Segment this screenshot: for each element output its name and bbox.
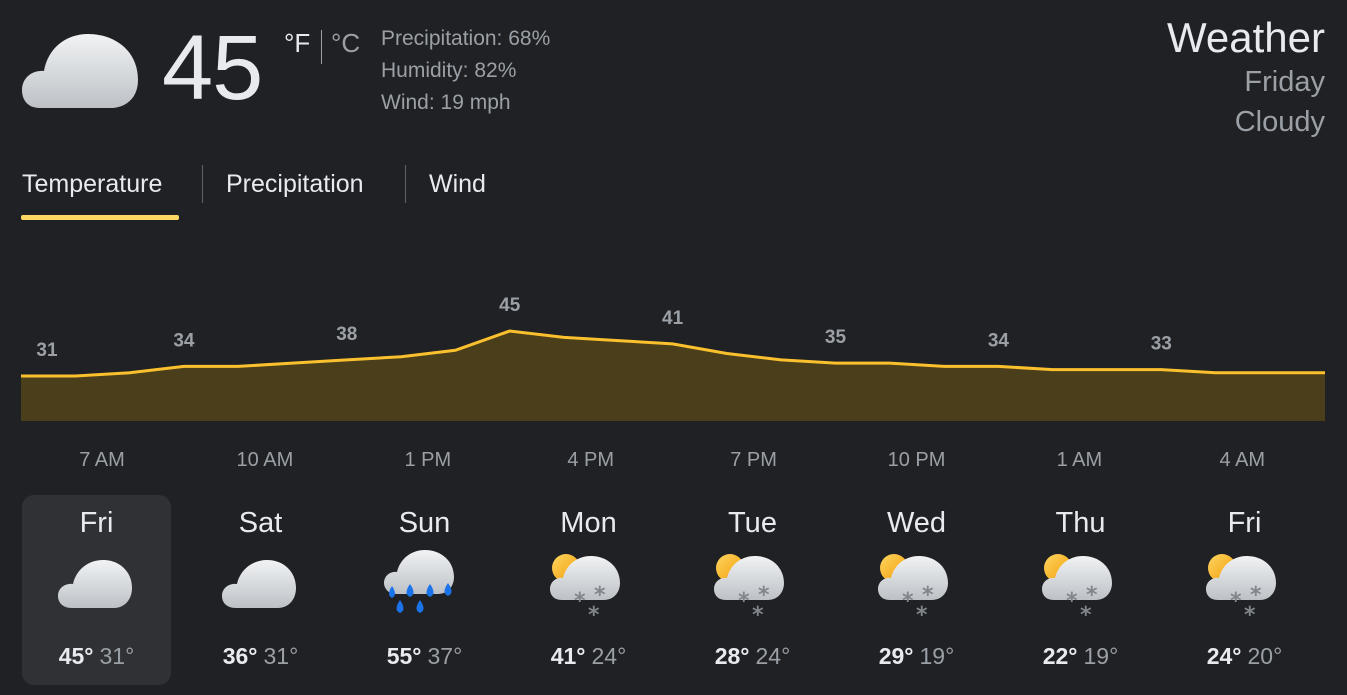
time-tick-label: 10 PM: [887, 449, 946, 471]
high-temp: 22°: [1042, 643, 1078, 669]
svg-text:*: *: [738, 589, 750, 614]
day-temps: 36° 31°: [186, 643, 335, 670]
high-temp: 45°: [58, 643, 94, 669]
low-temp: 19°: [1083, 643, 1119, 669]
time-tick-label: 4 PM: [567, 449, 615, 471]
day-name: Sat: [238, 507, 283, 539]
day-name: Tue: [728, 507, 777, 539]
high-temp: 36°: [222, 643, 258, 669]
day-card-sat[interactable]: Sat 36° 31°: [186, 495, 335, 685]
svg-text:*: *: [574, 589, 586, 614]
svg-text:*: *: [1230, 589, 1242, 614]
partly-cloudy-snow-icon: * * *: [1040, 550, 1122, 628]
day-card-wed[interactable]: Wed * * * 29° 19°: [842, 495, 991, 685]
data-label: 38: [336, 324, 357, 345]
day-temps: 45° 31°: [22, 643, 171, 670]
data-label: 33: [1151, 334, 1172, 355]
data-label: 41: [662, 308, 684, 329]
day-temps: 22° 19°: [1006, 643, 1155, 670]
day-name: Mon: [560, 507, 617, 539]
time-tick-label: 7 PM: [730, 449, 777, 471]
svg-text:*: *: [1080, 603, 1092, 622]
svg-text:*: *: [752, 603, 764, 622]
time-tick-label: 10 AM: [236, 449, 294, 471]
low-temp: 37°: [427, 643, 463, 669]
low-temp: 20°: [1247, 643, 1283, 669]
partly-cloudy-snow-icon: * * *: [876, 550, 958, 628]
day-name: Fri: [79, 507, 114, 539]
high-temp: 41°: [550, 643, 586, 669]
day-card-tue[interactable]: Tue * * * 28° 24°: [678, 495, 827, 685]
low-temp: 31°: [263, 643, 299, 669]
low-temp: 24°: [591, 643, 627, 669]
day-temps: 41° 24°: [514, 643, 663, 670]
high-temp: 28°: [714, 643, 750, 669]
high-temp: 55°: [386, 643, 422, 669]
time-tick-label: 1 PM: [404, 449, 452, 471]
cloudy-icon: [56, 550, 138, 622]
day-name: Wed: [886, 507, 947, 539]
low-temp: 19°: [919, 643, 955, 669]
data-label: 45: [499, 295, 521, 316]
high-temp: 29°: [878, 643, 914, 669]
day-name: Thu: [1055, 507, 1106, 539]
day-card-fri[interactable]: Fri 45° 31°: [22, 495, 171, 685]
low-temp: 31°: [99, 643, 135, 669]
data-label: 34: [173, 330, 195, 351]
day-card-fri[interactable]: Fri * * * 24° 20°: [1170, 495, 1319, 685]
day-temps: 24° 20°: [1170, 643, 1319, 670]
day-name: Fri: [1227, 507, 1262, 539]
day-card-thu[interactable]: Thu * * * 22° 19°: [1006, 495, 1155, 685]
partly-cloudy-snow-icon: * * *: [548, 550, 630, 628]
time-tick-label: 7 AM: [79, 449, 125, 471]
data-label: 34: [988, 330, 1010, 351]
day-temps: 55° 37°: [350, 643, 499, 670]
svg-text:*: *: [916, 603, 928, 622]
svg-text:*: *: [1066, 589, 1078, 614]
cloudy-icon: [220, 550, 302, 622]
low-temp: 24°: [755, 643, 791, 669]
svg-text:*: *: [902, 589, 914, 614]
rain-icon: [384, 550, 466, 622]
day-name: Sun: [398, 507, 451, 539]
high-temp: 24°: [1206, 643, 1242, 669]
day-temps: 28° 24°: [678, 643, 827, 670]
day-card-mon[interactable]: Mon * * * 41° 24°: [514, 495, 663, 685]
day-card-sun[interactable]: Sun 55° 37°: [350, 495, 499, 685]
svg-text:*: *: [1244, 603, 1256, 622]
partly-cloudy-snow-icon: * * *: [712, 550, 794, 628]
temperature-chart: 31 34 38 45 41 35 34 33: [21, 295, 1325, 421]
svg-text:*: *: [588, 603, 600, 622]
partly-cloudy-snow-icon: * * *: [1204, 550, 1286, 628]
data-label: 31: [36, 340, 58, 361]
day-temps: 29° 19°: [842, 643, 991, 670]
data-label: 35: [825, 327, 847, 348]
time-tick-label: 4 AM: [1219, 449, 1266, 471]
time-tick-label: 1 AM: [1056, 449, 1103, 471]
